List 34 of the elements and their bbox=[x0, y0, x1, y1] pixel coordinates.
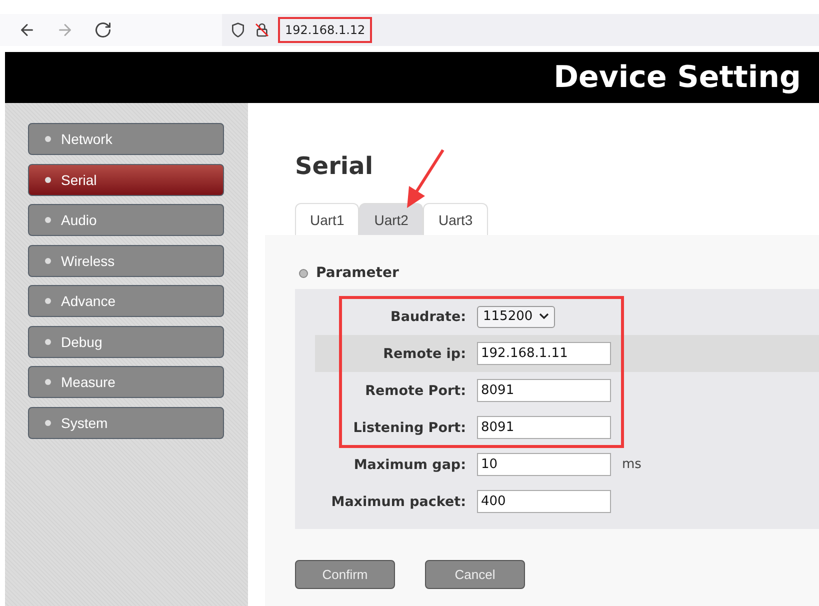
reload-icon[interactable] bbox=[94, 21, 112, 39]
shield-icon[interactable] bbox=[230, 22, 246, 38]
back-icon[interactable] bbox=[18, 21, 36, 39]
input-field[interactable]: 8091 bbox=[477, 416, 611, 439]
page-title: Serial bbox=[295, 151, 374, 182]
chevron-down-icon bbox=[538, 313, 549, 320]
unit-text: ms bbox=[622, 457, 642, 472]
input-field[interactable]: 192.168.1.11 bbox=[477, 342, 611, 365]
field-label: Maximum packet: bbox=[330, 494, 466, 510]
menu-item[interactable]: System bbox=[28, 406, 224, 438]
section-title: Parameter bbox=[316, 265, 399, 281]
header-title: Device Setting bbox=[554, 60, 801, 95]
tab[interactable]: Uart3 bbox=[423, 203, 488, 235]
insecure-lock-icon[interactable] bbox=[254, 22, 270, 38]
tab[interactable]: Uart1 bbox=[295, 203, 360, 235]
menu-item[interactable]: Advance bbox=[28, 285, 224, 317]
field-label: Maximum gap: bbox=[352, 456, 466, 472]
input-field[interactable]: 10 bbox=[477, 453, 611, 476]
menu-item[interactable]: Wireless bbox=[28, 244, 224, 276]
bullet-icon bbox=[299, 268, 308, 278]
tab[interactable]: Uart2 bbox=[359, 203, 424, 235]
address-text[interactable]: 192.168.1.12 bbox=[278, 17, 372, 43]
menu-item[interactable]: Debug bbox=[28, 326, 224, 358]
field-label: Remote ip: bbox=[382, 346, 466, 362]
menu-item[interactable]: Network bbox=[28, 123, 224, 155]
field-label: Listening Port: bbox=[352, 420, 466, 436]
menu-item[interactable]: Measure bbox=[28, 366, 224, 398]
field-label: Remote Port: bbox=[364, 382, 466, 398]
baudrate-select[interactable]: 115200 bbox=[477, 306, 555, 328]
input-field[interactable]: 400 bbox=[477, 490, 611, 513]
menu-item[interactable]: Audio bbox=[28, 204, 224, 236]
field-label: Baudrate: bbox=[390, 308, 466, 324]
menu-item[interactable]: Serial bbox=[28, 164, 224, 196]
input-field[interactable]: 8091 bbox=[477, 379, 611, 402]
